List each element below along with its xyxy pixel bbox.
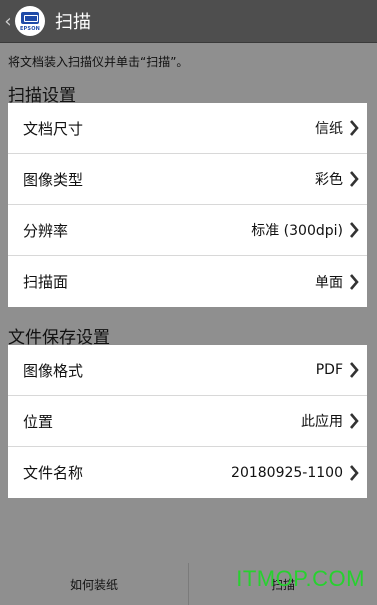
setting-value: 此应用	[301, 414, 343, 430]
chevron-right-icon	[347, 119, 361, 137]
setting-label: 文件名称	[23, 464, 84, 482]
setting-label: 图像格式	[23, 361, 84, 380]
setting-row-scan-side[interactable]: 扫描面 单面	[8, 256, 367, 307]
setting-label: 分辨率	[23, 221, 69, 240]
setting-row-document-size[interactable]: 文档尺寸 信纸	[8, 103, 367, 154]
app-bar: ‹ EPSON 扫描	[0, 0, 377, 43]
setting-row-image-format[interactable]: 图像格式 PDF	[8, 345, 367, 396]
chevron-right-icon	[347, 412, 361, 430]
setting-label: 文档尺寸	[23, 119, 84, 138]
chevron-right-icon	[347, 273, 361, 291]
scan-button[interactable]: 扫描	[188, 563, 377, 605]
chevron-right-icon	[347, 464, 361, 482]
setting-label: 位置	[23, 412, 54, 431]
setting-label: 图像类型	[23, 170, 84, 189]
chevron-right-icon	[347, 170, 361, 188]
setting-label: 扫描面	[23, 273, 69, 291]
back-chevron-icon[interactable]: ‹	[2, 0, 14, 43]
scan-settings-card: 文档尺寸 信纸 图像类型 彩色 分辨率 标准 (300dpi) 扫描面 单面	[8, 103, 367, 307]
setting-value: PDF	[315, 362, 343, 378]
setting-value: 单面	[315, 274, 343, 291]
brand-text: EPSON	[19, 26, 41, 32]
save-settings-card: 图像格式 PDF 位置 此应用 文件名称 20180925-1100	[8, 345, 367, 498]
setting-value: 标准 (300dpi)	[251, 223, 343, 239]
bottom-action-bar: 如何装纸 扫描	[0, 563, 377, 605]
epson-app-icon[interactable]: EPSON	[15, 6, 45, 36]
setting-row-image-type[interactable]: 图像类型 彩色	[8, 154, 367, 205]
page-title: 扫描	[55, 12, 91, 33]
setting-row-location[interactable]: 位置 此应用	[8, 396, 367, 447]
chevron-right-icon	[347, 221, 361, 239]
instruction-text: 将文档装入扫描仪并单击“扫描”。	[8, 55, 189, 69]
setting-row-resolution[interactable]: 分辨率 标准 (300dpi)	[8, 205, 367, 256]
setting-value: 信纸	[315, 121, 343, 137]
scanner-icon	[21, 12, 39, 24]
how-to-load-paper-button[interactable]: 如何装纸	[0, 563, 188, 605]
setting-row-file-name[interactable]: 文件名称 20180925-1100	[8, 447, 367, 498]
setting-value: 彩色	[315, 172, 343, 188]
setting-value: 20180925-1100	[231, 464, 343, 481]
chevron-right-icon	[347, 361, 361, 379]
